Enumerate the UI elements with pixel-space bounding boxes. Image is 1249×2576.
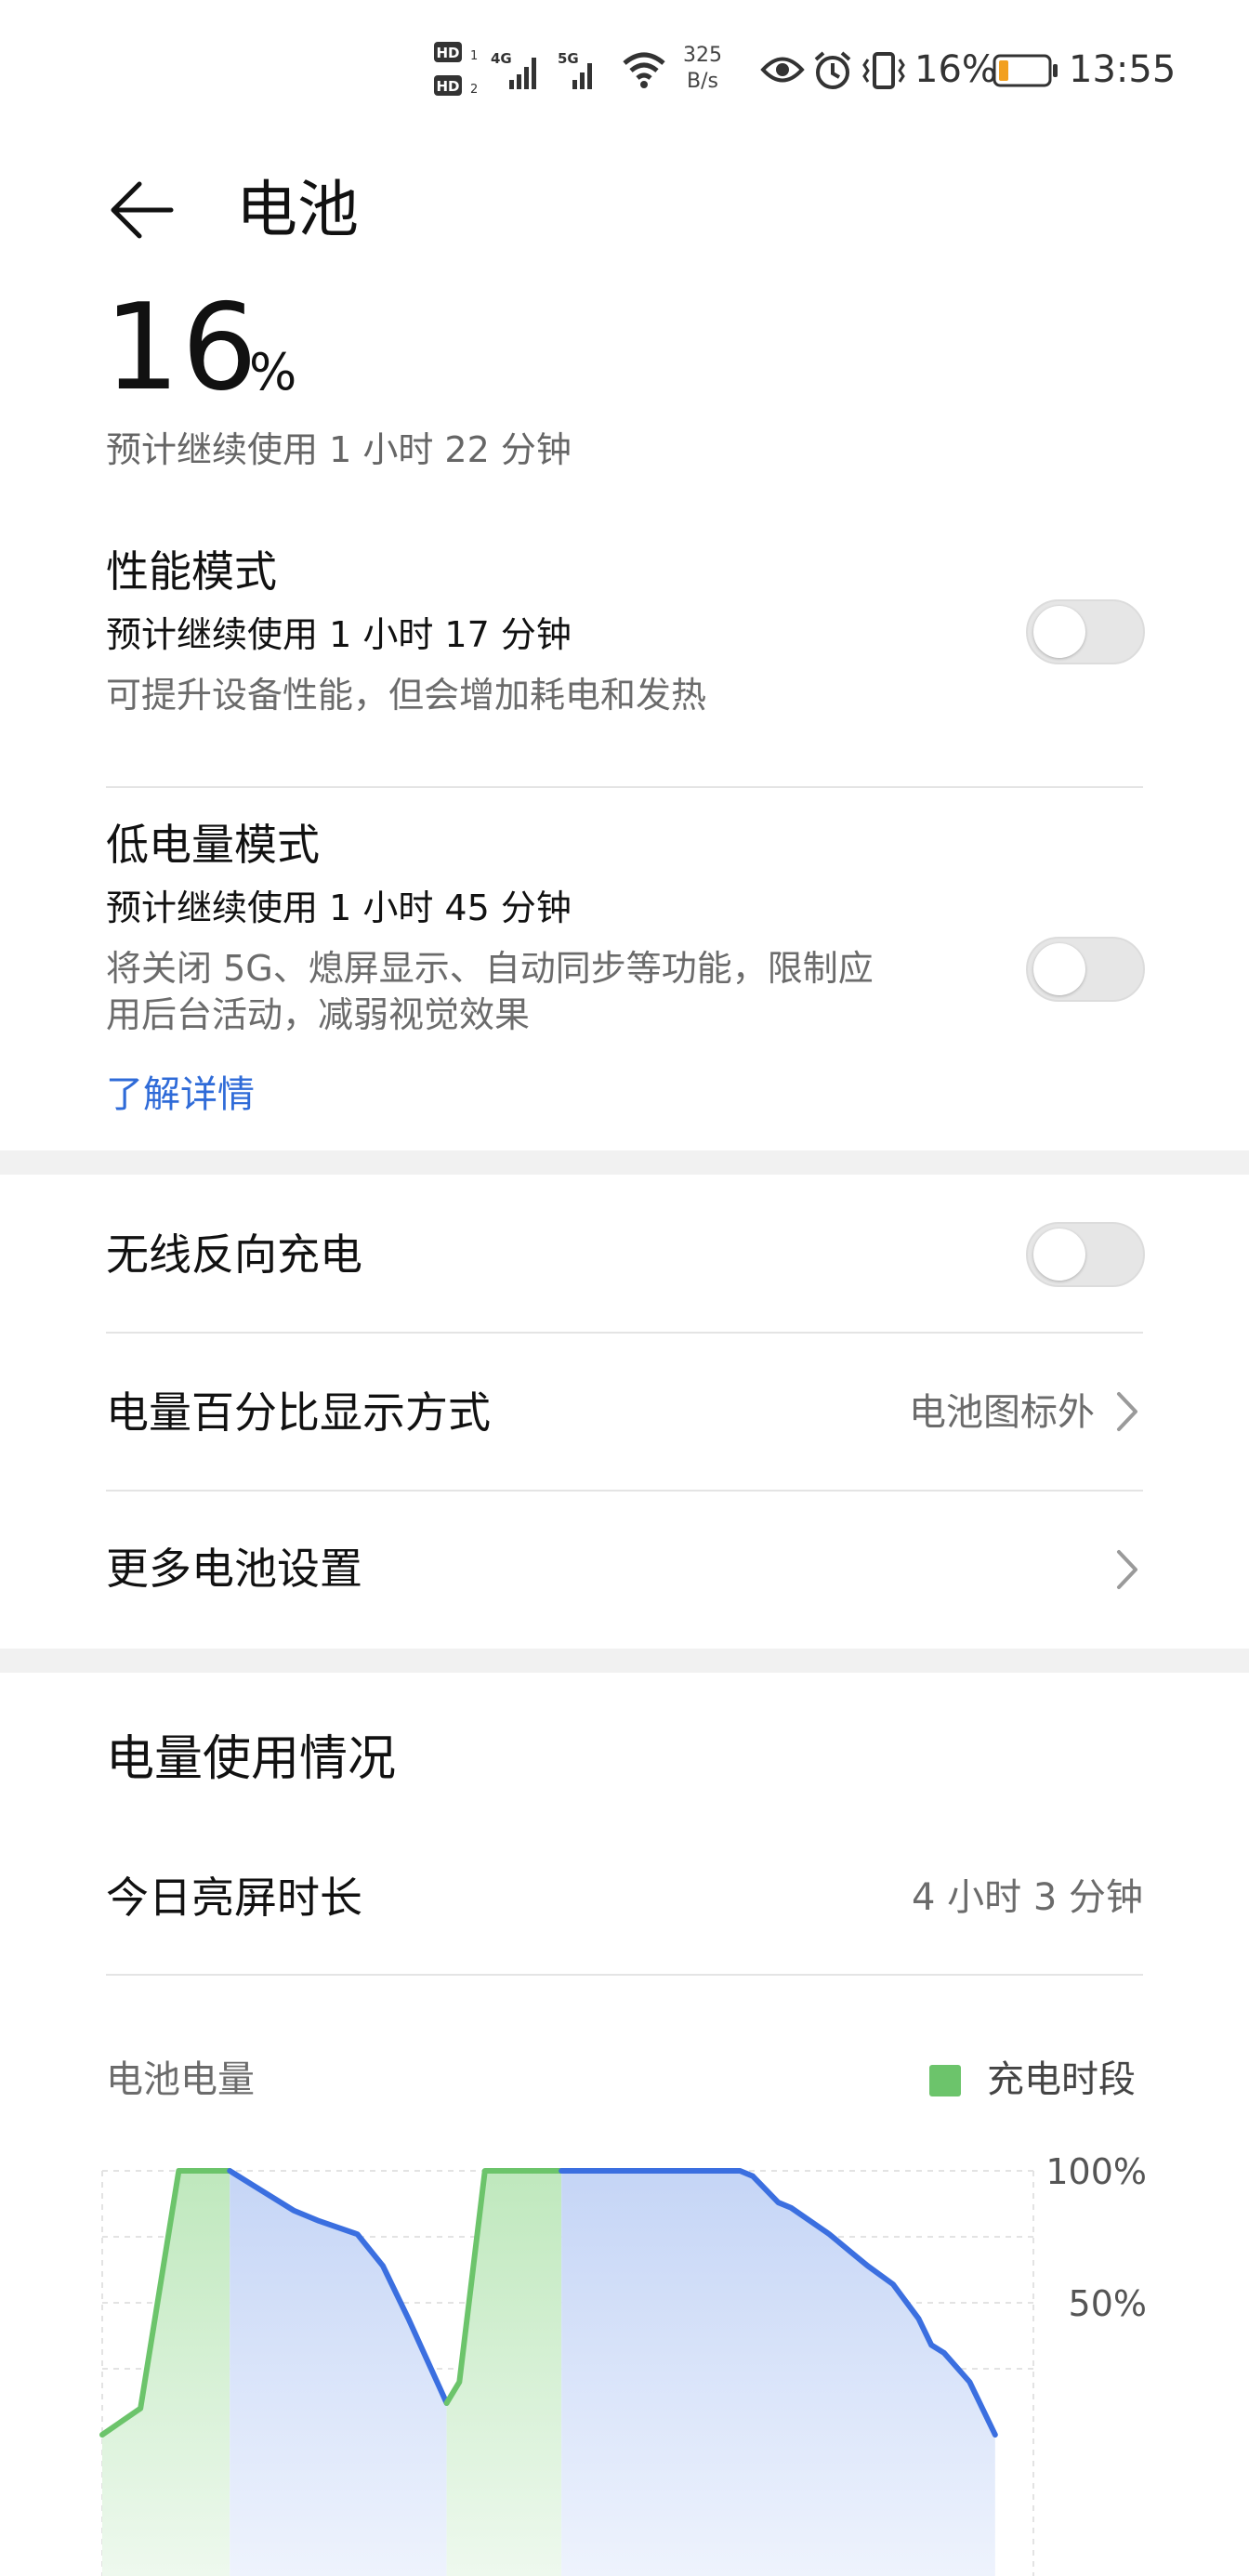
hd1-label: HD: [436, 45, 459, 61]
eye-icon: [760, 57, 805, 83]
alarm-icon: [814, 51, 851, 89]
vibrate-icon: [862, 52, 905, 89]
more-battery-settings-title: 更多电池设置: [106, 1544, 362, 1594]
low-power-mode-estimate: 预计继续使用 1 小时 45 分钟: [106, 887, 572, 928]
charging-area-2: [446, 2171, 562, 2576]
divider: [106, 1332, 1143, 1334]
charging-area-0: [102, 2171, 230, 2576]
y-tick-label: 50%: [1069, 2283, 1147, 2324]
divider: [106, 786, 1143, 788]
svg-text:1: 1: [470, 49, 478, 63]
percent-display-title: 电量百分比显示方式: [106, 1387, 491, 1438]
discharging-area-1: [230, 2171, 447, 2576]
svg-text:2: 2: [470, 83, 478, 97]
net1-label: 4G: [491, 50, 512, 67]
toggle-knob: [1033, 606, 1085, 658]
divider: [106, 1490, 1143, 1492]
usage-section-title: 电量使用情况: [106, 1731, 397, 1787]
low-power-mode-title: 低电量模式: [106, 820, 320, 870]
net2-label: 5G: [558, 50, 579, 67]
toggle-knob: [1033, 943, 1085, 995]
percent-display-value: 电池图标外: [909, 1391, 1095, 1434]
y-tick-label: 100%: [1045, 2151, 1147, 2192]
wifi-icon: [623, 52, 665, 88]
wireless-reverse-charging-toggle[interactable]: [1026, 1222, 1145, 1287]
hd-icon: HD HD 1 2: [434, 42, 478, 97]
performance-mode-toggle[interactable]: [1026, 599, 1145, 664]
legend-charging-label: 充电时段: [987, 2058, 1136, 2101]
low-power-mode-desc-line2: 用后台活动，减弱视觉效果: [106, 994, 531, 1035]
battery-estimate: 预计继续使用 1 小时 22 分钟: [106, 429, 572, 470]
learn-more-link[interactable]: 了解详情: [106, 1071, 255, 1119]
screen-time-value: 4 小时 3 分钟: [911, 1876, 1143, 1919]
low-power-mode-desc-line1: 将关闭 5G、熄屏显示、自动同步等功能，限制应: [106, 948, 874, 989]
discharging-area-3: [561, 2171, 995, 2576]
page-title: 电池: [236, 174, 359, 245]
status-bar: HD HD 1 2 4G 5G 325 B/s 16% 13:55: [0, 0, 1249, 139]
signal-icon: 4G 5G: [491, 50, 592, 89]
speed-unit: B/s: [687, 70, 718, 93]
divider: [106, 1974, 1143, 1976]
battery-level: 16: [104, 279, 259, 417]
battery-level-unit: %: [249, 343, 297, 401]
screen-time-label: 今日亮屏时长: [106, 1873, 362, 1923]
section-separator: [0, 1150, 1249, 1175]
wireless-reverse-charging-title: 无线反向充电: [106, 1229, 362, 1280]
battery-percent-text: 16%: [914, 48, 997, 91]
performance-mode-title: 性能模式: [106, 546, 277, 597]
clock: 13:55: [1069, 48, 1177, 91]
toggle-knob: [1033, 1229, 1085, 1281]
chart-label: 电池电量: [106, 2058, 255, 2101]
speed-value: 325: [683, 44, 722, 67]
hd2-label: HD: [436, 78, 459, 95]
legend-charging-swatch: [929, 2065, 961, 2096]
chevron-right-icon: [1117, 1392, 1137, 1431]
performance-mode-desc: 可提升设备性能，但会增加耗电和发热: [106, 675, 707, 716]
low-power-mode-toggle[interactable]: [1026, 937, 1145, 1002]
battery-icon: [993, 54, 1058, 87]
chevron-right-icon: [1117, 1550, 1137, 1589]
network-speed: 325 B/s: [677, 43, 729, 95]
performance-mode-estimate: 预计继续使用 1 小时 17 分钟: [106, 614, 572, 655]
back-arrow-icon[interactable]: [106, 173, 180, 247]
battery-level-chart: 100% 50%: [99, 2151, 1147, 2576]
section-separator: [0, 1649, 1249, 1673]
